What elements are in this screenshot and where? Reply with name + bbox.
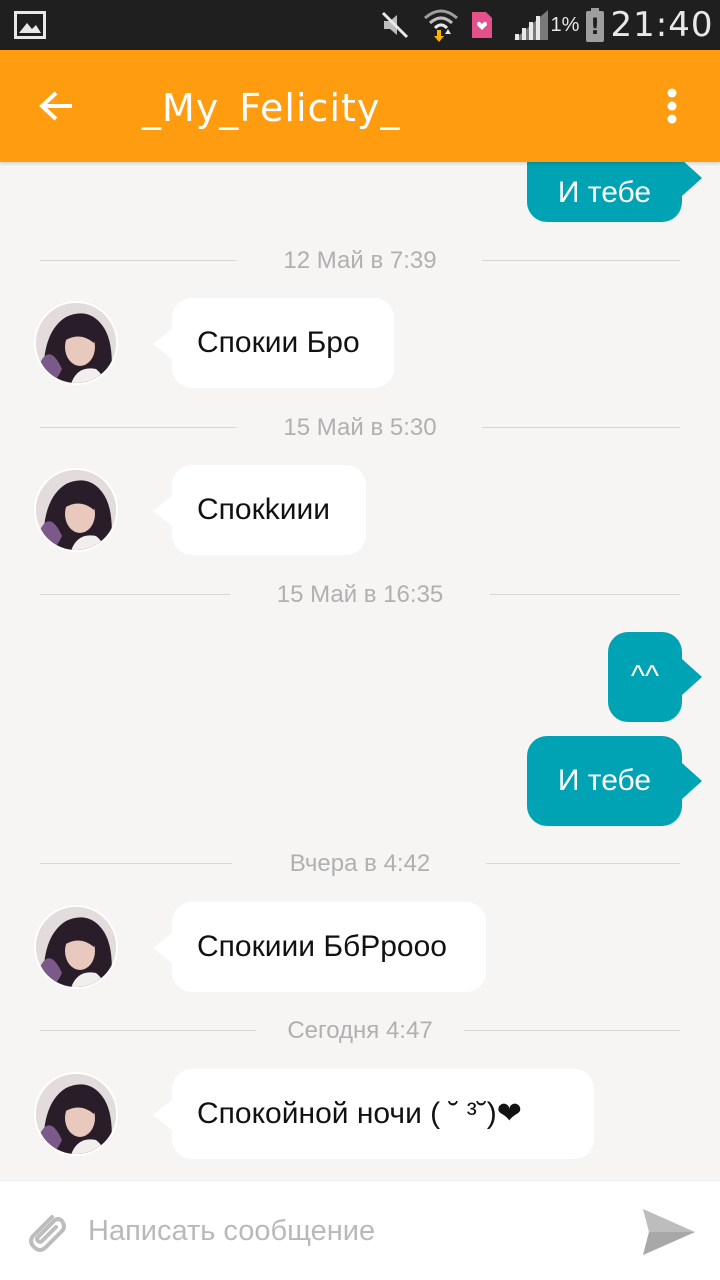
back-button[interactable] [28, 78, 84, 134]
avatar[interactable] [34, 905, 118, 989]
signal-icon [510, 0, 550, 50]
bubble-tail [153, 328, 173, 360]
paperclip-icon [29, 1215, 66, 1252]
attach-button[interactable] [18, 1203, 74, 1259]
bubble-tail [153, 1099, 173, 1131]
wifi-icon [422, 0, 460, 50]
more-vertical-icon [667, 88, 677, 124]
battery-percent: 1% [550, 13, 580, 36]
bubble-tail [682, 162, 702, 196]
message-text: И тебе [557, 764, 652, 797]
battery-alert: ! [590, 15, 600, 40]
date-divider: Сегодня 4:47 [287, 1017, 433, 1044]
chat-screen: 1% ! 21:40 _My_Felicity_ И тебе 12 Май в… [0, 0, 720, 1280]
message-bubble-incoming[interactable]: Спокиии БбРрооо [172, 902, 486, 992]
action-bar: _My_Felicity_ [0, 50, 720, 162]
message-text: Спокойной ночи ( ˘ ³˘)❤ [197, 1097, 522, 1130]
bubble-tail [153, 495, 173, 527]
message-input[interactable] [88, 1205, 608, 1257]
sim-icon [468, 0, 496, 50]
bubble-tail [682, 763, 702, 799]
message-bubble-outgoing[interactable]: И тебе [527, 736, 682, 826]
status-bar: 1% ! 21:40 [0, 0, 720, 50]
date-divider: Вчера в 4:42 [289, 850, 431, 877]
message-text: И тебе [557, 176, 652, 209]
arrow-left-icon [39, 91, 72, 121]
send-button[interactable] [638, 1203, 700, 1261]
avatar-photo [36, 1074, 116, 1154]
message-composer [0, 1180, 720, 1280]
avatar-photo [36, 303, 116, 383]
message-bubble-incoming[interactable]: Спокии Бро [172, 298, 394, 388]
message-text: Спокиии БбРрооо [197, 930, 447, 963]
avatar-photo [36, 907, 116, 987]
gallery-icon [12, 0, 48, 50]
avatar-photo [36, 470, 116, 550]
message-bubble-incoming[interactable]: Спокkиии [172, 465, 366, 555]
clock: 21:40 [610, 5, 714, 45]
date-divider: 15 Май в 5:30 [283, 414, 437, 441]
avatar[interactable] [34, 1072, 118, 1156]
bubble-tail [682, 659, 702, 695]
message-list[interactable]: И тебе 12 Май в 7:39 Спокии Бро 15 Май в… [0, 162, 720, 1180]
message-bubble-outgoing[interactable]: И тебе [527, 162, 682, 222]
message-bubble-incoming[interactable]: Спокойной ночи ( ˘ ³˘)❤ [172, 1069, 594, 1159]
bubble-tail [153, 932, 173, 964]
chat-title[interactable]: _My_Felicity_ [142, 80, 400, 136]
date-divider: 15 Май в 16:35 [276, 581, 444, 608]
send-icon [643, 1209, 695, 1255]
date-divider: 12 Май в 7:39 [283, 247, 437, 274]
battery-icon: ! [582, 0, 608, 50]
message-text: Спокии Бро [197, 326, 360, 359]
overflow-menu-button[interactable] [650, 78, 694, 134]
message-text: ^^ [630, 660, 660, 693]
message-text: Спокkиии [197, 493, 330, 526]
mute-icon [378, 0, 412, 50]
message-bubble-outgoing[interactable]: ^^ [608, 632, 682, 722]
avatar[interactable] [34, 301, 118, 385]
avatar[interactable] [34, 468, 118, 552]
